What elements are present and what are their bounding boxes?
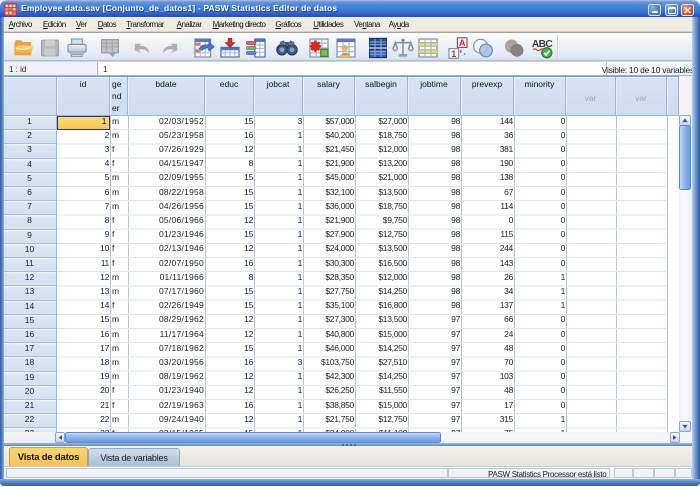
svg-text:1: 1 [451, 49, 456, 59]
svg-text:ABC: ABC [532, 39, 554, 50]
svg-text:A: A [459, 38, 466, 48]
